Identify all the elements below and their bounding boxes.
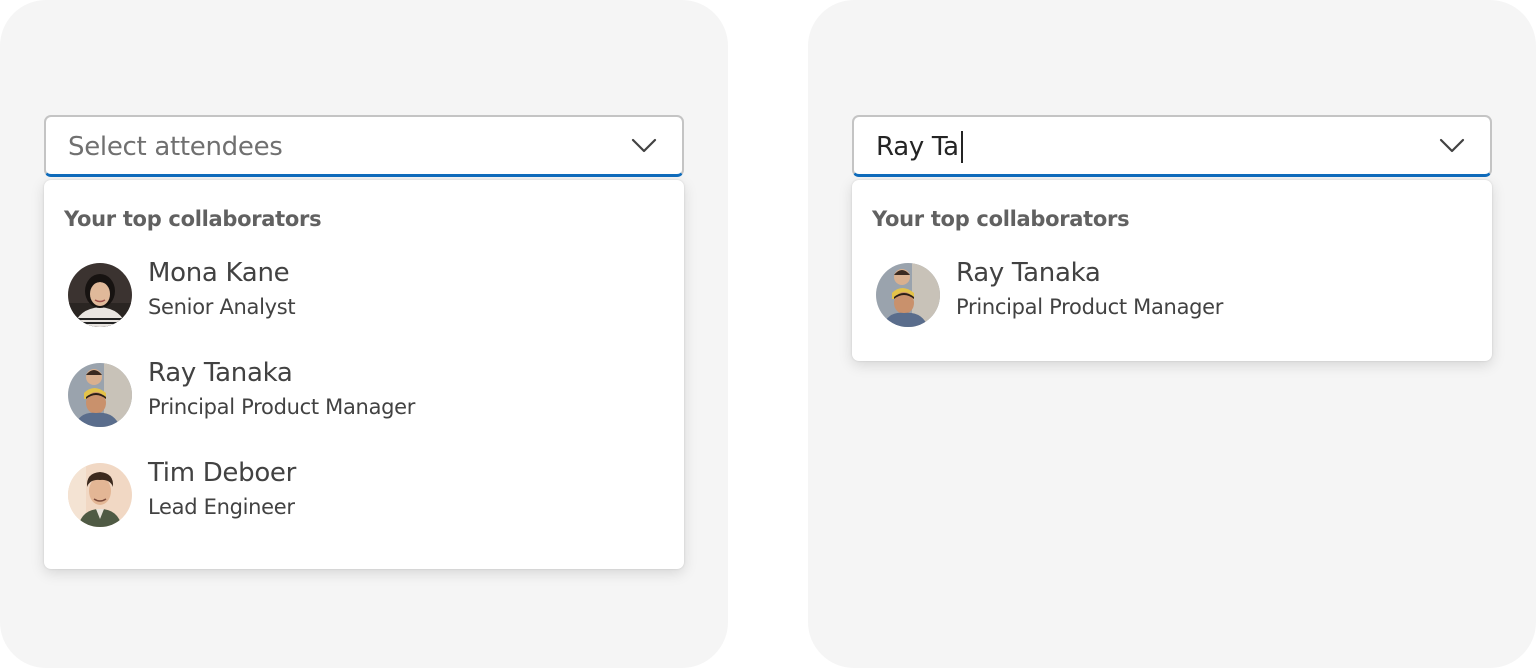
option-name: Ray Tanaka xyxy=(956,258,1101,288)
option-name: Mona Kane xyxy=(148,258,290,288)
example-panel-filtered: Ray Ta Your top collaborators Ray Tanaka xyxy=(808,0,1536,668)
attendees-combobox[interactable]: Ray Ta xyxy=(852,115,1492,177)
text-cursor xyxy=(960,131,963,163)
group-header: Your top collaborators xyxy=(64,207,322,231)
example-panel-empty: Select attendees Your top collaborators xyxy=(0,0,728,668)
attendees-input[interactable]: Ray Ta xyxy=(876,131,963,163)
option-job-title: Senior Analyst xyxy=(148,295,296,319)
option-job-title: Principal Product Manager xyxy=(956,295,1224,319)
avatar xyxy=(68,363,132,427)
option-name: Ray Tanaka xyxy=(148,358,293,388)
avatar xyxy=(876,263,940,327)
option-ray-tanaka[interactable]: Ray Tanaka Principal Product Manager xyxy=(44,349,684,449)
option-mona-kane[interactable]: Mona Kane Senior Analyst xyxy=(44,249,684,349)
attendees-listbox: Your top collaborators Mona Kane Senior … xyxy=(44,180,684,569)
chevron-down-icon[interactable] xyxy=(630,135,658,155)
avatar xyxy=(68,263,132,327)
attendees-input-placeholder[interactable]: Select attendees xyxy=(68,131,283,163)
option-name: Tim Deboer xyxy=(148,458,297,488)
option-job-title: Principal Product Manager xyxy=(148,395,416,419)
attendees-combobox[interactable]: Select attendees xyxy=(44,115,684,177)
attendees-listbox: Your top collaborators Ray Tanaka Princi… xyxy=(852,180,1492,361)
group-header: Your top collaborators xyxy=(872,207,1130,231)
option-ray-tanaka[interactable]: Ray Tanaka Principal Product Manager xyxy=(852,249,1492,341)
avatar xyxy=(68,463,132,527)
attendees-input-value: Ray Ta xyxy=(876,132,959,162)
option-tim-deboer[interactable]: Tim Deboer Lead Engineer xyxy=(44,449,684,549)
option-job-title: Lead Engineer xyxy=(148,495,295,519)
chevron-down-icon[interactable] xyxy=(1438,135,1466,155)
